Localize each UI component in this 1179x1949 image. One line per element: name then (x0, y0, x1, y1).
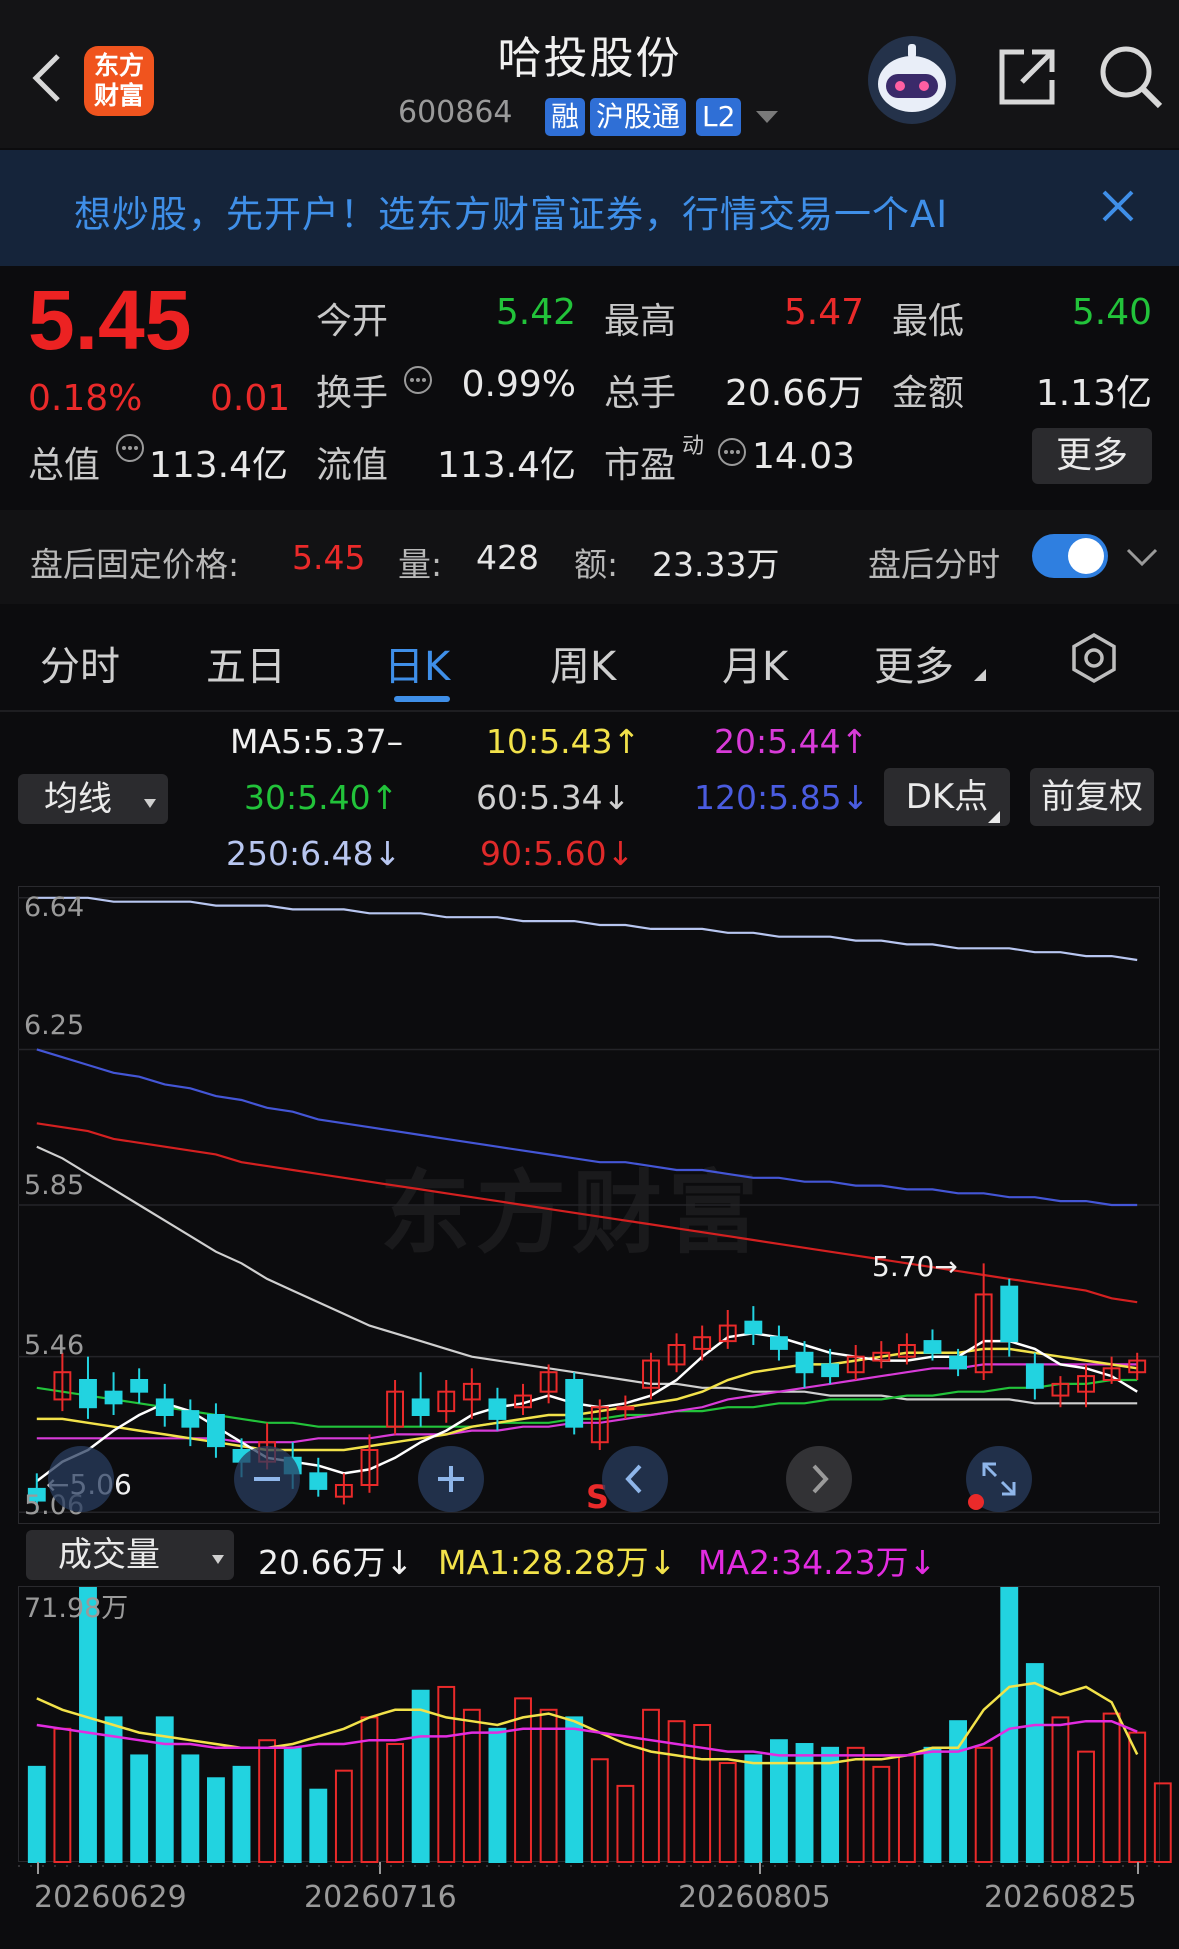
info-icon[interactable] (402, 364, 434, 400)
ma60-legend: 60:5.34↓ (476, 778, 631, 817)
after-hours-vol: 428 (476, 538, 539, 577)
chevron-down-icon[interactable] (1126, 548, 1158, 572)
high-price-marker: 5.70→ (872, 1250, 958, 1283)
volume-current-legend: 20.66万↓ (258, 1543, 414, 1582)
volume-label: 总手 (604, 373, 677, 414)
y-tick-label: 5.85 (24, 1170, 85, 1201)
tab-five-day[interactable]: 五日 (206, 634, 286, 692)
tab-monthly-k[interactable]: 月K (722, 634, 788, 692)
turnover-value: 0.99% (461, 364, 576, 405)
pe-dynamic-sup: 动 (682, 434, 705, 459)
corner-triangle-icon (974, 666, 986, 685)
promo-banner-text[interactable]: 想炒股，先开户！选东方财富证券，行情交易一个AI (74, 184, 1054, 238)
amount-label: 金额 (892, 373, 965, 414)
close-icon[interactable] (1102, 190, 1134, 226)
low-label: 最低 (892, 301, 965, 342)
zoom-out-button[interactable] (234, 1446, 300, 1512)
after-hours-toggle[interactable] (1032, 534, 1108, 578)
low-value: 5.40 (1071, 292, 1152, 333)
float-cap-label: 流值 (316, 445, 389, 486)
date-tick-label: 20260716 (304, 1880, 457, 1915)
after-hours-amt-label: 额: (574, 545, 619, 584)
high-label: 最高 (604, 301, 677, 342)
volume-chart-area[interactable] (18, 1586, 1160, 1862)
forward-adjust-button[interactable]: 前复权 (1030, 768, 1154, 826)
divider (0, 710, 1179, 712)
volume-ma2-legend: MA2:34.23万↓ (698, 1543, 937, 1582)
scroll-right-button[interactable] (786, 1446, 852, 1512)
info-icon[interactable] (716, 436, 748, 472)
after-hours-amt: 23.33万 (652, 545, 780, 584)
level2-tag: L2 (696, 98, 742, 136)
turnover-label: 换手 (316, 373, 389, 414)
share-icon[interactable] (996, 46, 1058, 112)
stock-connect-tag: 沪股通 (590, 98, 687, 136)
volume-max-tick: 71.98万 (24, 1593, 129, 1624)
notification-dot (968, 1494, 984, 1510)
chevron-left-icon (625, 1464, 642, 1494)
after-hours-vol-label: 量: (398, 545, 443, 584)
chevron-right-icon (812, 1464, 829, 1494)
ma90-legend: 90:5.60↓ (480, 834, 635, 873)
ma5-legend: MA5:5.37– (230, 722, 404, 761)
date-tick-label: 20260805 (678, 1880, 831, 1915)
after-hours-toggle-label: 盘后分时 (868, 545, 1000, 584)
margin-tag: 融 (545, 98, 586, 136)
ma250-legend: 250:6.48↓ (226, 834, 402, 873)
ma20-legend: 20:5.44↑ (714, 722, 869, 761)
active-tab-underline (394, 696, 450, 702)
tab-intraday[interactable]: 分时 (40, 634, 120, 692)
last-price: 5.45 (28, 273, 192, 367)
dropdown-caret-icon (144, 794, 156, 813)
date-tick-label: 20260825 (984, 1880, 1137, 1915)
market-cap-label: 总值 (28, 445, 101, 486)
minus-icon (254, 1477, 280, 1481)
toggle-knob (1068, 538, 1104, 574)
volume-value: 20.66万 (724, 373, 864, 414)
pe-value: 14.03 (752, 436, 856, 477)
corner-triangle-icon (988, 808, 1000, 827)
open-label: 今开 (316, 301, 389, 342)
after-hours-price: 5.45 (292, 538, 366, 577)
change-amount: 0.01 (210, 378, 291, 419)
y-tick-label: 6.25 (24, 1010, 85, 1041)
ma30-legend: 30:5.40↑ (244, 778, 399, 817)
change-percent: 0.18% (28, 378, 143, 419)
tab-weekly-k[interactable]: 周K (550, 634, 616, 692)
tab-more[interactable]: 更多 (874, 634, 954, 692)
y-tick-label: 5.46 (24, 1330, 85, 1361)
dropdown-caret-icon (212, 1550, 224, 1569)
open-value: 5.42 (495, 292, 576, 333)
chart-control-button[interactable] (48, 1446, 114, 1512)
info-icon[interactable] (114, 432, 146, 468)
ma120-legend: 120:5.85↓ (694, 778, 870, 817)
after-hours-price-label: 盘后固定价格: (30, 545, 240, 584)
stock-code: 600864 (398, 95, 513, 130)
caret-down-icon[interactable] (756, 110, 778, 129)
y-tick-label: 6.64 (24, 892, 85, 923)
volume-ma1-legend: MA1:28.28万↓ (438, 1543, 677, 1582)
scroll-left-button[interactable] (602, 1446, 668, 1512)
zoom-in-button[interactable] (418, 1446, 484, 1512)
amount-value: 1.13亿 (1035, 373, 1152, 414)
market-cap-value: 113.4亿 (148, 445, 288, 486)
more-quote-button[interactable]: 更多 (1032, 428, 1152, 484)
indicator-selector[interactable]: 成交量 (26, 1530, 234, 1580)
high-value: 5.47 (783, 292, 864, 333)
ma10-legend: 10:5.43↑ (486, 722, 641, 761)
robot-assistant-icon[interactable] (866, 34, 958, 126)
float-cap-value: 113.4亿 (436, 445, 576, 486)
gear-icon[interactable] (1068, 632, 1120, 688)
search-icon[interactable] (1098, 44, 1164, 114)
date-tick-label: 20260629 (34, 1880, 187, 1915)
tab-daily-k[interactable]: 日K (384, 634, 450, 692)
plus-icon (438, 1466, 464, 1492)
watermark: 东方财富 (380, 1161, 764, 1266)
pe-label: 市盈 (604, 445, 677, 486)
